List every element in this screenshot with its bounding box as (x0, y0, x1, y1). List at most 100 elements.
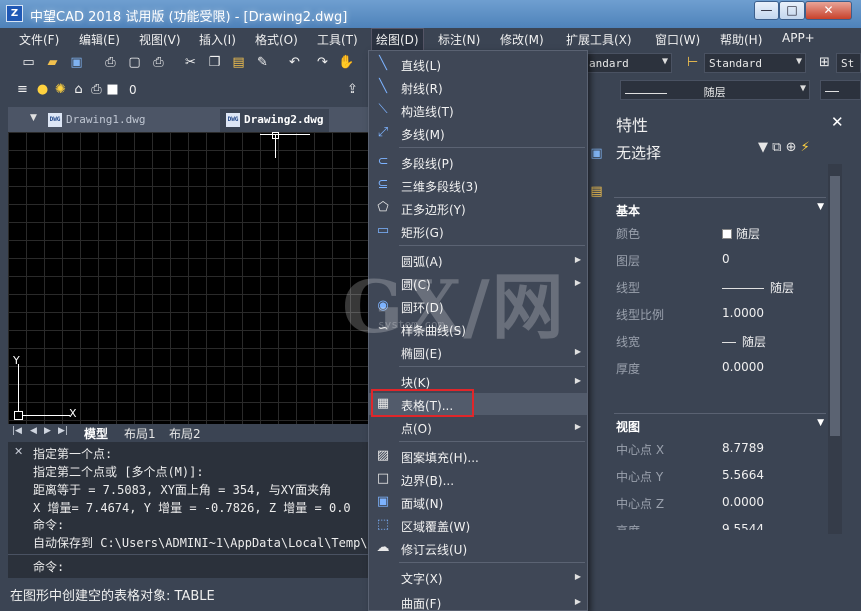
next-tab-icon[interactable]: ▶ (44, 426, 51, 436)
menu-modify[interactable]: 修改(M) (500, 31, 544, 48)
layer-manager-icon[interactable]: ≡ (14, 81, 31, 98)
line-icon: ╲ (379, 56, 387, 71)
menu-item-region[interactable]: ▣ 面域(N) (369, 491, 587, 513)
save-icon[interactable]: ▣ (68, 54, 85, 71)
menu-item-point[interactable]: 点(O) ▶ (369, 416, 587, 438)
quick-select-icon[interactable]: ⚡ (801, 140, 810, 155)
property-row-center-z[interactable]: 中心点 Z 0.0000 (614, 489, 826, 516)
menu-window[interactable]: 窗口(W) (655, 31, 700, 48)
menu-item-polygon[interactable]: ⬠ 正多边形(Y) (369, 197, 587, 219)
menu-item-multiline[interactable]: ⤢ 多线(M) (369, 122, 587, 144)
section-view[interactable]: 视图 ▼ (614, 413, 826, 435)
cut-icon[interactable]: ✂ (182, 54, 199, 71)
chevron-down-icon: ▼ (817, 418, 824, 428)
menu-item-xline[interactable]: ⟍ 构造线(T) (369, 99, 587, 121)
property-key: 线型比例 (616, 308, 665, 322)
menu-app-plus[interactable]: APP+ (782, 31, 815, 45)
property-row-center-y[interactable]: 中心点 Y 5.5664 (614, 462, 826, 489)
print-preview-icon[interactable]: ▢ (126, 54, 143, 71)
plot-icon[interactable]: ⎙ (150, 54, 167, 71)
table-style-combo[interactable]: St (836, 53, 861, 73)
undo-icon[interactable]: ↶ (286, 54, 303, 71)
tab-layout2[interactable]: 布局2 (169, 425, 201, 442)
property-row-color[interactable]: 颜色 随层 (614, 219, 826, 246)
match-properties-icon[interactable]: ✎ (254, 54, 271, 71)
copy-icon[interactable]: ❐ (206, 54, 223, 71)
maximize-button[interactable]: □ (779, 1, 805, 20)
open-folder-icon[interactable]: ▰ (44, 54, 61, 71)
lineweight-combo[interactable] (820, 80, 861, 100)
menu-item-polyline[interactable]: ⊂ 多段线(P) (369, 151, 587, 173)
layer-on-bulb-icon[interactable]: ● (34, 81, 51, 98)
linetype-combo[interactable]: 随层 ▼ (620, 80, 810, 100)
menu-item-3d-polyline[interactable]: ⊆ 三维多段线(3) (369, 174, 587, 196)
close-icon[interactable]: ✕ (14, 445, 23, 458)
menu-item-surface[interactable]: 曲面(F) ▶ (369, 591, 587, 611)
tab-list-arrow-icon[interactable]: ▼ (30, 113, 37, 123)
property-row-lineweight[interactable]: 线宽 随层 (614, 327, 826, 354)
menu-item-hatch[interactable]: ▨ 图案填充(H)... (369, 445, 587, 467)
dwg-file-icon: DWG (48, 113, 62, 127)
menu-help[interactable]: 帮助(H) (720, 31, 762, 48)
menu-draw[interactable]: 绘图(D) (371, 28, 424, 51)
last-tab-icon[interactable]: ▶| (58, 426, 68, 436)
property-row-layer[interactable]: 图层 0 (614, 246, 826, 273)
layer-lock-icon[interactable]: ⌂ (70, 81, 87, 98)
tab-layout1[interactable]: 布局1 (124, 425, 156, 442)
menu-edit[interactable]: 编辑(E) (79, 31, 120, 48)
property-row-linetype-scale[interactable]: 线型比例 1.0000 (614, 300, 826, 327)
linetype-sample (625, 92, 667, 94)
prev-tab-icon[interactable]: ◀ (30, 426, 37, 436)
command-input[interactable]: 命令: (8, 554, 368, 576)
close-icon[interactable]: ✕ (831, 113, 844, 131)
menu-item-ray[interactable]: ╲ 射线(R) (369, 76, 587, 98)
chevron-down-icon[interactable]: ▼ (758, 140, 768, 155)
menu-extension-tools[interactable]: 扩展工具(X) (566, 31, 632, 48)
menu-item-line[interactable]: ╲ 直线(L) (369, 53, 587, 75)
select-objects-icon[interactable]: ⊕ (786, 140, 797, 155)
toggle-pickadd-icon[interactable]: ⧉ (772, 140, 781, 155)
menu-item-revcloud[interactable]: ☁ 修订云线(U) (369, 537, 587, 559)
section-basic[interactable]: 基本 ▼ (614, 197, 826, 219)
submenu-arrow-icon: ▶ (574, 572, 581, 581)
first-tab-icon[interactable]: |◀ (12, 426, 22, 436)
selection-dropdown[interactable]: 无选择 (616, 142, 661, 163)
scrollbar-thumb[interactable] (830, 176, 840, 436)
menu-format[interactable]: 格式(O) (255, 31, 298, 48)
toolbar-icon[interactable]: ▣ (588, 145, 605, 162)
pan-icon[interactable]: ✋ (338, 54, 355, 71)
layer-name-value[interactable]: 0 (129, 83, 137, 97)
menu-file[interactable]: 文件(F) (19, 31, 59, 48)
close-button[interactable]: ✕ (805, 1, 852, 20)
layer-plot-icon[interactable]: ⎙ (88, 81, 105, 98)
text-style-combo[interactable]: andard ▼ (584, 53, 672, 73)
tab-drawing2[interactable]: DWG Drawing2.dwg (220, 109, 330, 132)
paste-icon[interactable]: ▤ (230, 54, 247, 71)
menu-item-text[interactable]: 文字(X) ▶ (369, 566, 587, 588)
make-current-layer-icon[interactable]: ⇪ (344, 81, 361, 98)
menu-item-boundary[interactable]: □ 边界(B)... (369, 468, 587, 490)
panel-scrollbar[interactable] (828, 164, 842, 534)
property-value: 随层 (722, 333, 766, 350)
new-file-icon[interactable]: ▭ (20, 54, 37, 71)
submenu-arrow-icon: ▶ (574, 255, 581, 264)
drawing-canvas[interactable]: Y X (8, 132, 368, 424)
tab-model[interactable]: 模型 (84, 425, 108, 442)
toolbar-icon[interactable]: ▤ (588, 183, 605, 200)
property-row-thickness[interactable]: 厚度 0.0000 (614, 354, 826, 381)
menu-insert[interactable]: 插入(I) (199, 31, 236, 48)
menu-tools[interactable]: 工具(T) (317, 31, 358, 48)
print-icon[interactable]: ⎙ (102, 54, 119, 71)
property-row-linetype[interactable]: 线型 随层 (614, 273, 826, 300)
property-row-height[interactable]: 高度 9.5544 (614, 516, 826, 530)
redo-icon[interactable]: ↷ (314, 54, 331, 71)
menu-item-rectangle[interactable]: ▭ 矩形(G) (369, 220, 587, 242)
menu-dimension[interactable]: 标注(N) (438, 31, 480, 48)
property-row-center-x[interactable]: 中心点 X 8.7789 (614, 435, 826, 462)
layer-freeze-sun-icon[interactable]: ✺ (52, 81, 69, 98)
menu-view[interactable]: 视图(V) (139, 31, 181, 48)
tab-drawing1[interactable]: DWG Drawing1.dwg (42, 109, 151, 132)
minimize-button[interactable]: — (754, 1, 779, 20)
dim-style-combo[interactable]: Standard ▼ (704, 53, 806, 73)
menu-item-wipeout[interactable]: ⬚ 区域覆盖(W) (369, 514, 587, 536)
